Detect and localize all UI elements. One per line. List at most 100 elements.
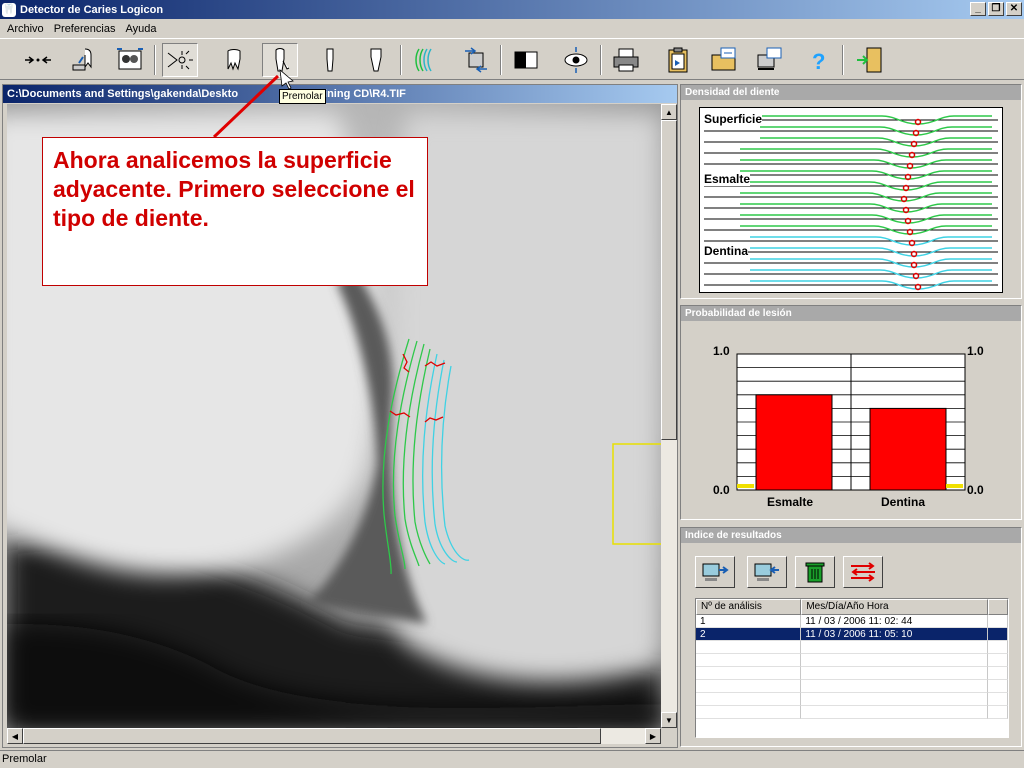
density-point xyxy=(908,151,916,159)
save-result-button[interactable] xyxy=(747,556,787,588)
window-title: Detector de Caries Logicon xyxy=(20,3,164,16)
surface-lines-icon xyxy=(415,48,432,72)
scroll-left-icon[interactable]: ◀ xyxy=(7,728,23,744)
results-table-header: Nº de análisis Mes/Día/Año Hora xyxy=(696,599,1008,615)
clipboard-icon xyxy=(668,47,688,73)
density-point xyxy=(906,162,914,170)
density-point xyxy=(900,195,908,203)
eye-icon xyxy=(564,47,588,73)
toolbar: ? xyxy=(0,38,1024,80)
restore-button[interactable]: ❐ xyxy=(988,2,1004,16)
horizontal-scrollbar[interactable]: ◀ ▶ xyxy=(7,728,661,744)
import-icon xyxy=(465,47,487,73)
density-panel: Densidad del diente Superficie Esmalte D… xyxy=(680,84,1022,299)
vertical-scroll-thumb[interactable] xyxy=(661,120,677,440)
exit-button[interactable] xyxy=(852,43,888,77)
horizontal-scroll-thumb[interactable] xyxy=(23,728,601,744)
density-point xyxy=(910,261,918,269)
load-result-button[interactable] xyxy=(695,556,735,588)
menu-preferencias[interactable]: Preferencias xyxy=(49,23,121,35)
row-datetime: 11 / 03 / 2006 11: 05: 10 xyxy=(801,628,989,641)
xray-file-path: C:\Documents and Settings\gakenda\Deskto… xyxy=(3,85,677,103)
menu-ayuda[interactable]: Ayuda xyxy=(120,23,161,35)
analyze-button[interactable] xyxy=(162,43,198,77)
density-point xyxy=(914,118,922,126)
incisor-icon xyxy=(370,48,382,72)
printer-icon xyxy=(613,48,639,72)
arrows-icon xyxy=(25,56,51,64)
density-point xyxy=(902,206,910,214)
col-num-header[interactable]: Nº de análisis xyxy=(696,599,802,615)
path-left: C:\Documents and Settings\gakenda\Deskto xyxy=(7,88,239,100)
report-button[interactable] xyxy=(660,43,696,77)
delete-result-button[interactable] xyxy=(795,556,835,588)
molar-button[interactable] xyxy=(216,43,252,77)
label-esmalte: Esmalte xyxy=(704,172,751,186)
computer-export-icon xyxy=(757,47,782,70)
results-table: Nº de análisis Mes/Día/Año Hora 1 11 / 0… xyxy=(695,598,1009,738)
title-bar: 🦷 Detector de Caries Logicon _ ❐ ✕ xyxy=(0,0,1024,19)
help-button[interactable]: ? xyxy=(800,43,836,77)
scroll-right-icon[interactable]: ▶ xyxy=(645,728,661,744)
folder-export-icon xyxy=(711,47,736,71)
prob-threshold-mark xyxy=(737,484,754,488)
density-point xyxy=(908,239,916,247)
scroll-down-icon[interactable]: ▼ xyxy=(661,712,677,728)
canine-button[interactable] xyxy=(312,43,348,77)
help-icon: ? xyxy=(812,49,825,74)
premolar-tooltip: Premolar xyxy=(279,89,326,104)
table-row[interactable]: 1 11 / 03 / 2006 11: 02: 44 xyxy=(696,615,1008,628)
export2-button[interactable] xyxy=(752,43,788,77)
minimize-button[interactable]: _ xyxy=(970,2,986,16)
computer-import-icon xyxy=(702,563,729,581)
app-window: 🦷 Detector de Caries Logicon _ ❐ ✕ Archi… xyxy=(0,0,1024,768)
probability-title: Probabilidad de lesión xyxy=(681,306,1021,321)
vertical-scrollbar[interactable]: ▲ ▼ xyxy=(661,104,677,728)
prob-bottom-left: 0.0 xyxy=(713,483,730,497)
density-point xyxy=(910,250,918,258)
svg-text:?: ? xyxy=(812,49,825,74)
export-button[interactable] xyxy=(706,43,742,77)
import-button[interactable] xyxy=(458,43,494,77)
density-title: Densidad del diente xyxy=(681,85,1021,100)
density-point xyxy=(912,272,920,280)
view-button[interactable] xyxy=(558,43,594,77)
select-tooth-button[interactable] xyxy=(66,43,102,77)
prob-top-left: 1.0 xyxy=(713,344,730,358)
density-point xyxy=(910,140,918,148)
surface-button[interactable] xyxy=(408,43,444,77)
close-button[interactable]: ✕ xyxy=(1006,2,1022,16)
canine-icon xyxy=(326,48,334,72)
category-esmalte: Esmalte xyxy=(767,495,813,509)
prob-top-right: 1.0 xyxy=(967,344,984,358)
trash-icon xyxy=(805,562,825,583)
col-datetime-header[interactable]: Mes/Día/Año Hora xyxy=(801,599,989,615)
prob-threshold-mark xyxy=(946,484,963,488)
density-point xyxy=(902,184,910,192)
premolar-button[interactable] xyxy=(262,43,298,77)
menu-archivo[interactable]: Archivo xyxy=(2,23,49,35)
compare-result-button[interactable] xyxy=(843,556,883,588)
print-button[interactable] xyxy=(608,43,644,77)
patient-button[interactable] xyxy=(112,43,148,77)
scroll-up-icon[interactable]: ▲ xyxy=(661,104,677,120)
density-point xyxy=(904,173,912,181)
incisor-button[interactable] xyxy=(358,43,394,77)
instruction-callout: Ahora analicemos la superficie adyacente… xyxy=(42,137,428,286)
label-superficie: Superficie xyxy=(704,112,763,126)
probability-panel: Probabilidad de lesión 1.0 1.0 0.0 0.0 E… xyxy=(680,305,1022,520)
menu-bar: Archivo Preferencias Ayuda xyxy=(0,19,1024,38)
faces-icon xyxy=(117,48,143,70)
density-point xyxy=(904,217,912,225)
row-num: 2 xyxy=(696,628,802,641)
starburst-icon xyxy=(167,50,193,70)
density-point xyxy=(912,129,920,137)
probability-chart: 1.0 1.0 0.0 0.0 Esmalte Dentina xyxy=(681,322,1021,519)
calibrate-button[interactable] xyxy=(20,43,56,77)
status-bar: Premolar xyxy=(0,750,1024,768)
contrast-button[interactable] xyxy=(508,43,544,77)
table-row-selected[interactable]: 2 11 / 03 / 2006 11: 05: 10 xyxy=(696,628,1008,641)
prob-bar-esmalte xyxy=(755,394,833,491)
exit-door-icon xyxy=(857,47,882,73)
contrast-icon xyxy=(514,51,538,69)
